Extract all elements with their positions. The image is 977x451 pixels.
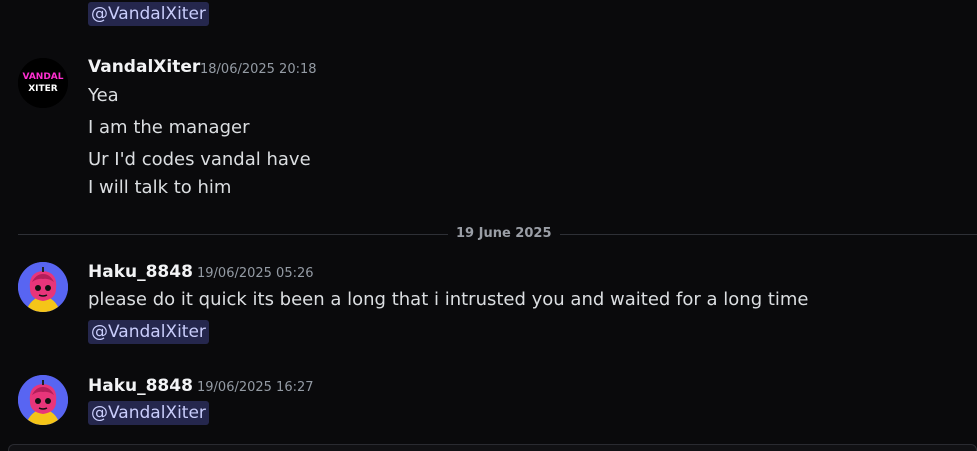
anime-character-avatar-icon (18, 375, 68, 425)
message-text: I will talk to him (88, 177, 232, 198)
message-composer[interactable] (8, 444, 977, 451)
message-timestamp: 18/06/2025 20:18 (200, 62, 317, 77)
avatar-logo-line-1: VANDAL (22, 72, 63, 82)
message-text: Ur I'd codes vandal have (88, 149, 311, 170)
date-divider-label: 19 June 2025 (448, 226, 560, 241)
avatar-vandalxiter[interactable]: VANDAL XITER (18, 58, 68, 108)
user-mention[interactable]: @VandalXiter (88, 320, 209, 344)
message-timestamp: 19/06/2025 05:26 (197, 266, 314, 281)
message-author[interactable]: Haku_8848 (88, 262, 193, 282)
message-text: I am the manager (88, 117, 250, 138)
chat-message-list: @VandalXiter VANDAL XITER VandalXiter 18… (0, 0, 977, 451)
user-mention[interactable]: @VandalXiter (88, 2, 209, 26)
message-timestamp: 19/06/2025 16:27 (197, 380, 314, 395)
user-mention[interactable]: @VandalXiter (88, 401, 209, 425)
avatar-haku[interactable] (18, 375, 68, 425)
anime-character-avatar-icon (18, 262, 68, 312)
message-text: please do it quick its been a long that … (88, 289, 809, 310)
avatar-logo-line-2: XITER (28, 84, 58, 94)
message-text: Yea (88, 85, 119, 106)
message-author[interactable]: VandalXiter (88, 57, 200, 77)
avatar-haku[interactable] (18, 262, 68, 312)
message-author[interactable]: Haku_8848 (88, 376, 193, 396)
vandalxiter-logo-icon: VANDAL XITER (18, 58, 68, 108)
